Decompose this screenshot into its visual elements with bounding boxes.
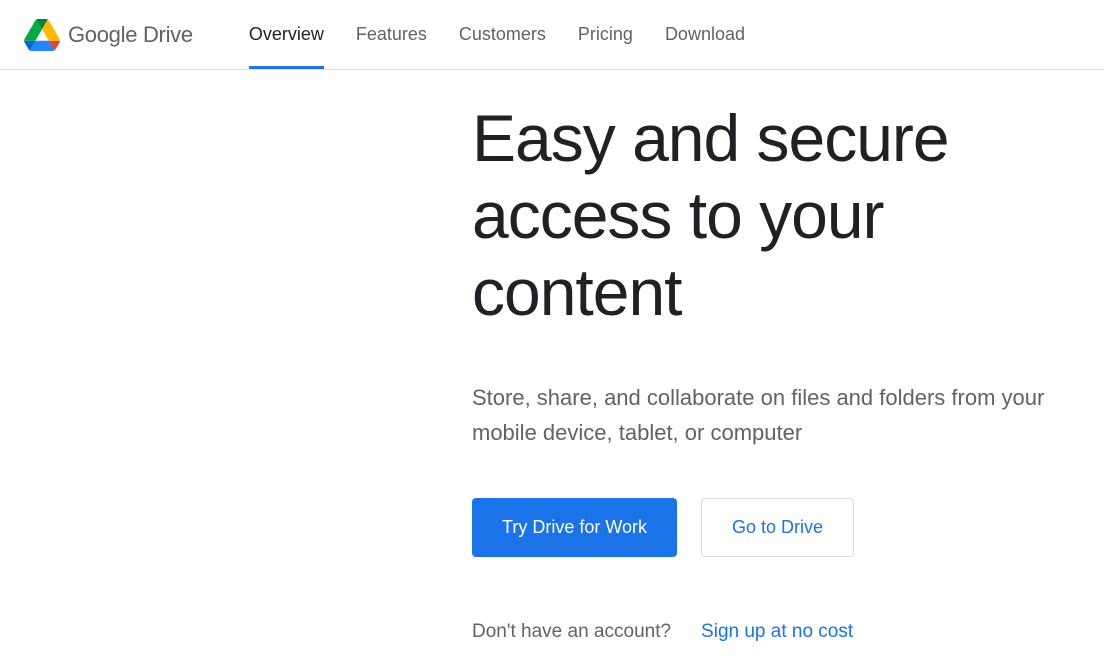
nav-customers[interactable]: Customers <box>459 0 546 69</box>
nav-pricing[interactable]: Pricing <box>578 0 633 69</box>
go-to-drive-button[interactable]: Go to Drive <box>701 498 854 557</box>
cta-row: Try Drive for Work Go to Drive <box>472 498 1080 557</box>
signup-prompt: Don't have an account? <box>472 621 671 643</box>
nav-features[interactable]: Features <box>356 0 427 69</box>
logo[interactable]: Google Drive <box>24 19 193 51</box>
hero-subtitle: Store, share, and collaborate on files a… <box>472 380 1080 450</box>
drive-icon <box>24 19 60 51</box>
signup-row: Don't have an account? Sign up at no cos… <box>472 621 1080 643</box>
main-content: Easy and secure access to your content S… <box>0 70 1104 643</box>
try-drive-work-button[interactable]: Try Drive for Work <box>472 498 677 557</box>
header: Google Drive Overview Features Customers… <box>0 0 1104 70</box>
nav-overview[interactable]: Overview <box>249 0 324 69</box>
logo-text: Google Drive <box>68 22 193 48</box>
nav: Overview Features Customers Pricing Down… <box>249 0 745 69</box>
hero-title: Easy and secure access to your content <box>472 100 1080 332</box>
signup-link[interactable]: Sign up at no cost <box>701 621 853 643</box>
nav-download[interactable]: Download <box>665 0 745 69</box>
